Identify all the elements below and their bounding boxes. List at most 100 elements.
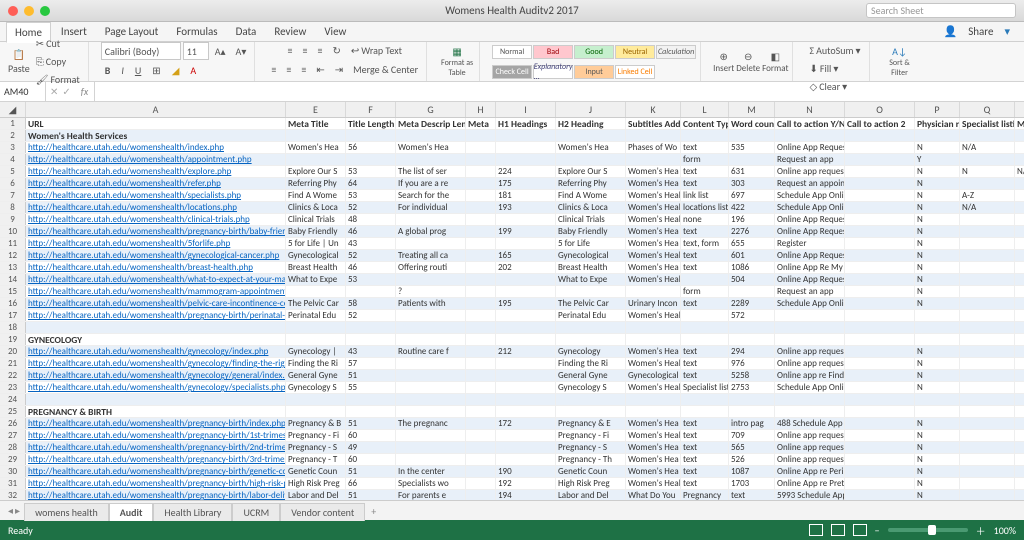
cell[interactable]: N/A <box>1015 166 1024 177</box>
cell[interactable]: General Gyne <box>286 370 346 381</box>
cell[interactable] <box>496 370 556 381</box>
cell[interactable]: For parents e <box>396 490 466 500</box>
row-header[interactable]: 1 <box>0 118 26 129</box>
cell[interactable] <box>286 394 346 405</box>
cell[interactable]: Explore Our S <box>286 166 346 177</box>
cell[interactable]: 2753 <box>729 382 775 393</box>
header-cell[interactable]: Call to action 2 <box>845 118 915 129</box>
cell[interactable]: 52 <box>346 250 396 261</box>
cell[interactable]: Gynecology <box>556 346 626 357</box>
cell[interactable]: http://healthcare.utah.edu/womenshealth/… <box>26 478 286 489</box>
font-increase[interactable]: A▴ <box>211 42 230 60</box>
cell[interactable]: 202 <box>496 262 556 273</box>
cell[interactable] <box>775 334 845 345</box>
format-cells-button[interactable]: ◧Format <box>762 50 788 74</box>
cell[interactable]: http://healthcare.utah.edu/womenshealth/… <box>26 274 286 285</box>
cell[interactable] <box>466 490 496 500</box>
cell[interactable]: 48 <box>346 214 396 225</box>
cell[interactable] <box>1015 310 1024 321</box>
cell[interactable] <box>626 334 681 345</box>
cell[interactable] <box>346 130 396 141</box>
cell[interactable] <box>845 310 915 321</box>
style-neutral[interactable]: Neutral <box>615 45 655 59</box>
bold-button[interactable]: B <box>101 62 115 79</box>
col-K[interactable]: K <box>626 102 681 117</box>
delete-cells-button[interactable]: ⊖Delete <box>736 50 760 74</box>
cell[interactable]: 192 <box>496 478 556 489</box>
cell[interactable] <box>466 214 496 225</box>
cell[interactable] <box>960 310 1015 321</box>
cell[interactable]: Online app re Finding the right <box>775 370 845 381</box>
cell[interactable] <box>845 214 915 225</box>
cell[interactable]: 181 <box>496 190 556 201</box>
style-normal[interactable]: Normal <box>492 45 532 59</box>
align-middle[interactable]: ≡ <box>298 42 311 59</box>
cell[interactable] <box>1015 334 1024 345</box>
cell[interactable] <box>960 370 1015 381</box>
col-F[interactable]: F <box>346 102 396 117</box>
cell[interactable] <box>396 454 466 465</box>
cell[interactable] <box>1015 130 1024 141</box>
cell[interactable] <box>845 466 915 477</box>
cell[interactable]: 172 <box>496 418 556 429</box>
cell[interactable] <box>1015 262 1024 273</box>
cell[interactable] <box>26 394 286 405</box>
cell[interactable] <box>556 322 626 333</box>
cell[interactable]: http://healthcare.utah.edu/womenshealth/… <box>26 298 286 309</box>
cell[interactable]: 565 <box>729 442 775 453</box>
cell[interactable]: text <box>681 430 729 441</box>
cell[interactable] <box>496 406 556 417</box>
cell[interactable]: Find A Wome <box>286 190 346 201</box>
cell[interactable] <box>775 310 845 321</box>
cell[interactable]: http://healthcare.utah.edu/womenshealth/… <box>26 346 286 357</box>
cell[interactable]: Online App re Preterm birth: w <box>775 478 845 489</box>
cell[interactable]: Register <box>775 238 845 249</box>
cell[interactable]: Referring Phy <box>556 178 626 189</box>
cell[interactable]: 51 <box>346 466 396 477</box>
style-calc[interactable]: Calculation <box>656 45 696 59</box>
cell[interactable] <box>1015 346 1024 357</box>
font-select[interactable]: Calibri (Body) <box>101 42 181 60</box>
cell[interactable] <box>1015 286 1024 297</box>
cell[interactable] <box>681 406 729 417</box>
cell[interactable] <box>396 238 466 249</box>
header-cell[interactable]: MBM <box>1015 118 1024 129</box>
cell[interactable]: http://healthcare.utah.edu/womenshealth/… <box>26 154 286 165</box>
cell[interactable] <box>960 394 1015 405</box>
cell[interactable] <box>466 466 496 477</box>
cell[interactable]: 64 <box>346 178 396 189</box>
cell[interactable]: Genetic Coun <box>556 466 626 477</box>
cell[interactable] <box>845 478 915 489</box>
cell[interactable]: N <box>915 466 960 477</box>
select-all-corner[interactable]: ◢ <box>0 102 26 117</box>
cell[interactable]: Women's Hea Gynecologic h <box>626 346 681 357</box>
cell[interactable] <box>466 238 496 249</box>
accept-fx-icon[interactable]: ✓ <box>62 85 70 98</box>
cell[interactable] <box>286 334 346 345</box>
cell[interactable]: text <box>681 262 729 273</box>
cell[interactable]: Specialist listi <box>681 382 729 393</box>
wrap-text-button[interactable]: ↩Wrap Text <box>347 42 406 59</box>
cell[interactable]: Women's Health Services <box>626 358 681 369</box>
insert-cells-button[interactable]: ⊕Insert <box>713 50 734 74</box>
cell[interactable]: N <box>915 358 960 369</box>
cell[interactable]: N <box>915 430 960 441</box>
cell[interactable] <box>466 334 496 345</box>
cell[interactable] <box>1015 358 1024 369</box>
row-header[interactable]: 16 <box>0 298 26 309</box>
cell[interactable]: Pregnancy & B <box>286 418 346 429</box>
col-H[interactable]: H <box>466 102 496 117</box>
cell[interactable] <box>960 418 1015 429</box>
cell[interactable] <box>466 190 496 201</box>
cell[interactable]: N <box>915 454 960 465</box>
col-A[interactable]: A <box>26 102 286 117</box>
tab-formulas[interactable]: Formulas <box>168 22 225 41</box>
cell[interactable]: High Risk Preg <box>286 478 346 489</box>
cell[interactable] <box>729 130 775 141</box>
cell[interactable] <box>775 394 845 405</box>
cell[interactable]: Y <box>915 154 960 165</box>
cell[interactable] <box>845 322 915 333</box>
cell[interactable] <box>466 370 496 381</box>
cell[interactable]: text <box>681 178 729 189</box>
cell[interactable]: Gynecological Anatomy of Fe <box>626 370 681 381</box>
